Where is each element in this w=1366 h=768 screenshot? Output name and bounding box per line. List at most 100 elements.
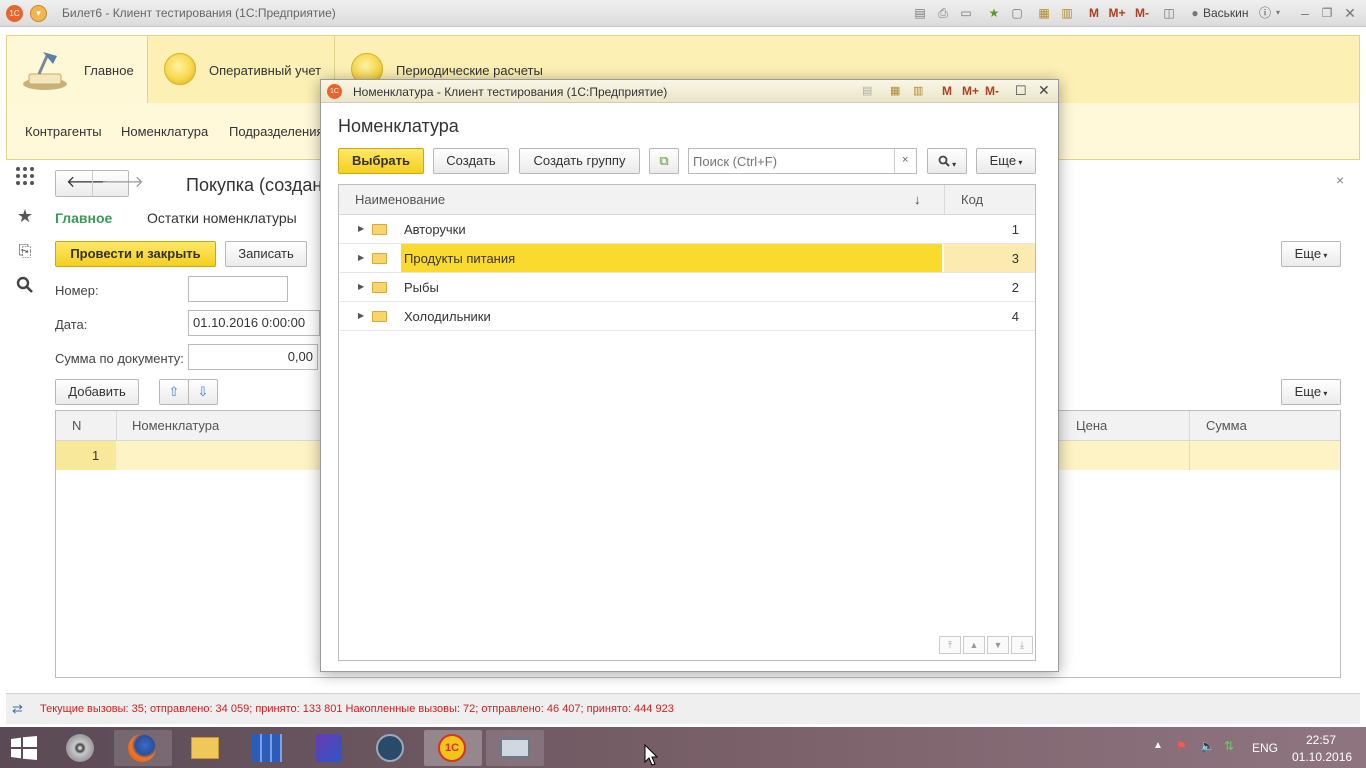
memory-m-button[interactable]: M bbox=[942, 84, 952, 98]
memory-mplus-button[interactable]: M+ bbox=[1106, 5, 1128, 21]
col-price-header[interactable]: Цена bbox=[1076, 411, 1107, 441]
list-item[interactable]: ▶ Авторучки 1 bbox=[340, 215, 1035, 244]
divider bbox=[92, 171, 93, 196]
panels-icon[interactable]: ◫ bbox=[1161, 5, 1177, 21]
item-code: 2 bbox=[1011, 280, 1019, 295]
media-player-icon[interactable] bbox=[52, 730, 110, 766]
number-field[interactable] bbox=[188, 276, 288, 302]
calculator-icon[interactable]: ▦ bbox=[1036, 5, 1052, 21]
tray-expand-icon[interactable]: ▲ bbox=[1153, 740, 1163, 751]
remote-desktop-icon[interactable] bbox=[486, 730, 544, 766]
connection-icon[interactable]: ⇄ bbox=[12, 701, 30, 717]
form-close-icon[interactable]: × bbox=[1336, 172, 1344, 188]
calendar-icon[interactable]: ▥ bbox=[913, 84, 923, 97]
col-sum-header[interactable]: Сумма bbox=[1206, 411, 1247, 441]
scroll-up-icon[interactable]: ▲ bbox=[963, 636, 985, 654]
sort-arrow-icon[interactable]: ↓ bbox=[914, 185, 921, 215]
maximize-button[interactable]: ☐ bbox=[1015, 83, 1027, 99]
minimize-button[interactable]: – bbox=[1297, 5, 1313, 21]
language-indicator[interactable]: ENG bbox=[1252, 741, 1278, 755]
create-group-button[interactable]: Создать группу bbox=[519, 148, 640, 174]
clock-date[interactable]: 01.10.2016 bbox=[1292, 750, 1352, 764]
list-item[interactable]: ▶ Холодильники 4 bbox=[340, 302, 1035, 331]
mouse-cursor-icon bbox=[644, 743, 659, 768]
expand-triangle-icon[interactable]: ▶ bbox=[358, 311, 364, 320]
editor-app-icon[interactable] bbox=[300, 730, 358, 766]
list-item-selected[interactable]: ▶ Продукты питания 3 bbox=[340, 244, 1035, 273]
preview-icon[interactable]: ▭ bbox=[958, 5, 974, 21]
chevron-down-icon[interactable]: ▾ bbox=[1274, 5, 1282, 21]
user-name[interactable]: Васькин bbox=[1203, 5, 1249, 21]
onec-taskbar-icon[interactable]: 1С bbox=[424, 730, 482, 766]
volume-icon[interactable]: 🔈 bbox=[1200, 739, 1215, 753]
clock-time[interactable]: 22:57 bbox=[1306, 733, 1336, 747]
star-icon[interactable]: ★ bbox=[13, 204, 37, 228]
action-center-icon[interactable]: ⚑ bbox=[1176, 739, 1187, 753]
add-row-button[interactable]: Добавить bbox=[55, 379, 139, 405]
section-operational[interactable]: Оперативный учет bbox=[148, 36, 335, 104]
move-down-icon[interactable]: ⇩ bbox=[188, 379, 218, 405]
history-icon[interactable]: ▢ bbox=[1009, 5, 1025, 21]
select-button[interactable]: Выбрать bbox=[338, 148, 424, 174]
expand-triangle-icon[interactable]: ▶ bbox=[358, 253, 364, 262]
windows-start-icon[interactable] bbox=[10, 736, 38, 760]
firefox-icon[interactable] bbox=[114, 730, 172, 766]
network-icon[interactable]: ⇅ bbox=[1224, 739, 1234, 753]
scroll-last-icon[interactable]: ⤓ bbox=[1011, 636, 1033, 654]
memory-m-button[interactable]: M bbox=[1087, 5, 1101, 21]
col-code-header[interactable]: Код bbox=[961, 185, 983, 215]
row-number: 1 bbox=[92, 448, 100, 463]
taskbar: 1С ▲ ⚑ 🔈 ⇅ ENG 22:57 01.10.2016 bbox=[0, 727, 1366, 768]
search-box: × bbox=[688, 148, 917, 174]
search-options-button[interactable]: ▾ bbox=[927, 148, 967, 174]
col-name-header[interactable]: Наименование bbox=[355, 185, 445, 215]
expand-triangle-icon[interactable]: ▶ bbox=[358, 224, 364, 233]
move-up-icon[interactable]: ⇧ bbox=[159, 379, 189, 405]
col-n-header[interactable]: N bbox=[72, 411, 81, 441]
history-icon[interactable]: ⎘ bbox=[13, 240, 37, 264]
print-icon[interactable]: ⎙ bbox=[935, 5, 951, 21]
copy-icon[interactable]: ⧉ bbox=[649, 148, 679, 174]
tab-main[interactable]: Главное bbox=[55, 210, 112, 226]
forward-arrow-icon[interactable]: 🡒 bbox=[101, 171, 144, 195]
dialog-more-button[interactable]: Еще ▾ bbox=[976, 148, 1036, 174]
expand-triangle-icon[interactable]: ▶ bbox=[358, 282, 364, 291]
apps-grid-icon[interactable] bbox=[13, 166, 37, 190]
tab-remains[interactable]: Остатки номенклатуры bbox=[147, 210, 297, 226]
search-icon[interactable] bbox=[13, 276, 37, 300]
date-field[interactable]: 01.10.2016 0:00:00 bbox=[188, 310, 320, 336]
calculator-icon[interactable]: ▦ bbox=[890, 84, 900, 97]
tree-app-icon[interactable] bbox=[362, 730, 420, 766]
post-and-close-button[interactable]: Провести и закрыть bbox=[55, 241, 216, 267]
memory-mminus-button[interactable]: M- bbox=[1131, 5, 1153, 21]
col-item-header[interactable]: Номенклатура bbox=[132, 411, 219, 441]
nav-item-departments[interactable]: Подразделения bbox=[229, 124, 324, 139]
table-more-button[interactable]: Еще ▾ bbox=[1281, 379, 1341, 405]
nav-item-nomenclature[interactable]: Номенклатура bbox=[121, 124, 208, 139]
folder-icon bbox=[372, 253, 387, 264]
dialog-close-button[interactable]: ✕ bbox=[1038, 82, 1050, 99]
section-main[interactable]: Главное bbox=[7, 36, 148, 104]
info-icon[interactable]: ⓘ bbox=[1257, 5, 1273, 21]
search-input[interactable] bbox=[689, 149, 895, 173]
favorites-icon[interactable]: ★ bbox=[986, 5, 1002, 21]
restore-button[interactable]: ❐ bbox=[1319, 5, 1335, 21]
clear-search-icon[interactable]: × bbox=[902, 154, 908, 166]
calendar-icon[interactable]: ▥ bbox=[1059, 5, 1075, 21]
memory-mplus-button[interactable]: M+ bbox=[962, 84, 979, 98]
close-button[interactable]: ✕ bbox=[1342, 5, 1358, 21]
save-button[interactable]: Записать bbox=[225, 241, 307, 267]
nav-item-contractors[interactable]: Контрагенты bbox=[25, 124, 102, 139]
scroll-down-icon[interactable]: ▼ bbox=[987, 636, 1009, 654]
memory-mminus-button[interactable]: M- bbox=[985, 84, 999, 98]
scroll-first-icon[interactable]: ⤒ bbox=[939, 636, 961, 654]
archive-app-icon[interactable] bbox=[238, 730, 296, 766]
link-icon[interactable]: ▤ bbox=[862, 84, 872, 97]
file-explorer-icon[interactable] bbox=[176, 730, 234, 766]
sum-field[interactable]: 0,00 bbox=[188, 344, 318, 370]
toolbar-link-icon[interactable]: ▤ bbox=[912, 5, 928, 21]
form-more-button[interactable]: Еще ▾ bbox=[1281, 241, 1341, 267]
create-button[interactable]: Создать bbox=[433, 148, 509, 174]
main-menu-icon[interactable]: ▾ bbox=[30, 5, 47, 22]
list-item[interactable]: ▶ Рыбы 2 bbox=[340, 273, 1035, 302]
